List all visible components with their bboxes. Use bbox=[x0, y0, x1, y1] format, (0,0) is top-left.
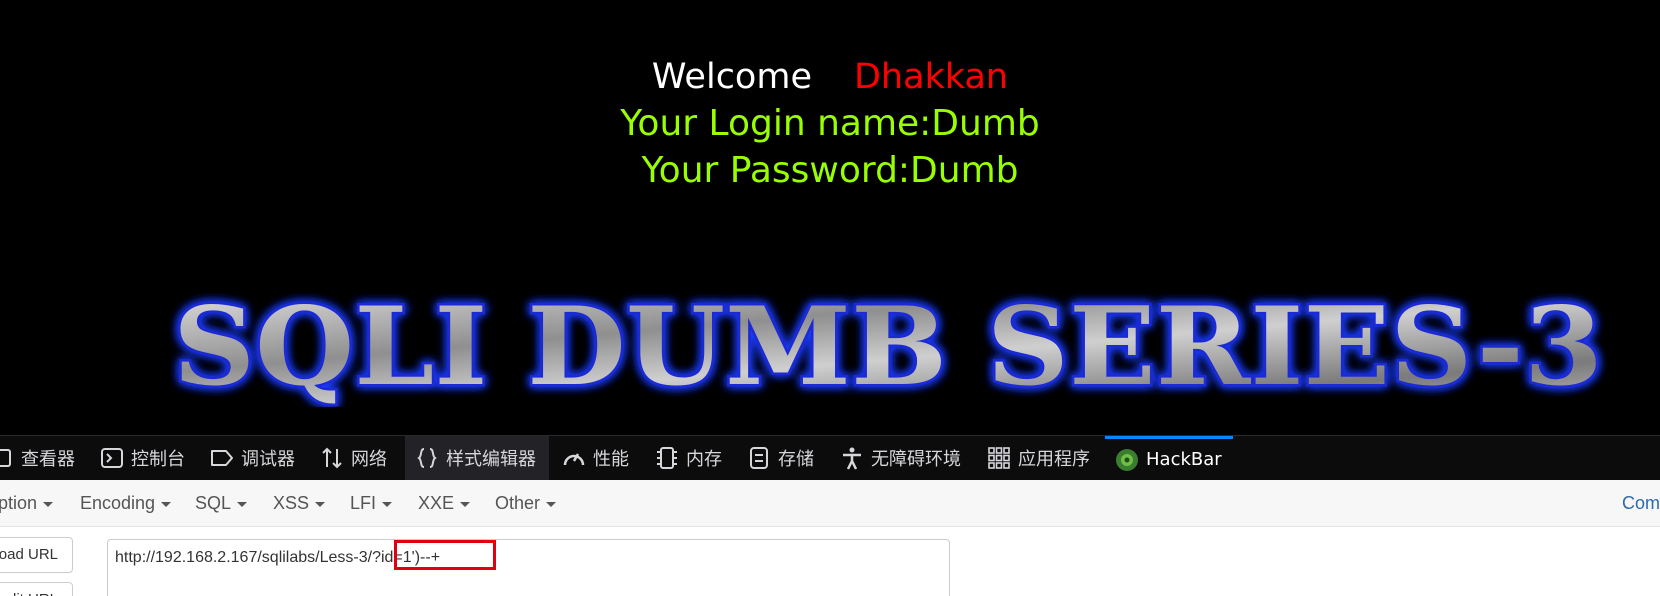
split-url-button[interactable]: lit URL bbox=[0, 582, 73, 596]
highlight-annotation bbox=[394, 540, 496, 570]
performance-icon bbox=[562, 446, 586, 470]
tab-label: HackBar bbox=[1146, 449, 1222, 470]
tab-inspector[interactable]: 查看器 bbox=[0, 436, 75, 480]
menu-label: LFI bbox=[350, 493, 377, 513]
tab-accessibility[interactable]: 无障碍环境 bbox=[840, 436, 961, 480]
menu-label: XSS bbox=[273, 493, 310, 513]
storage-icon bbox=[747, 446, 771, 470]
menu-encryption[interactable]: ption bbox=[0, 480, 54, 526]
debugger-icon bbox=[210, 446, 234, 470]
chevron-down-icon bbox=[546, 501, 557, 507]
tab-label: 查看器 bbox=[21, 449, 75, 470]
tab-label: 网络 bbox=[351, 449, 387, 470]
menu-other[interactable]: Other bbox=[495, 480, 557, 526]
menu-xxe[interactable]: XXE bbox=[418, 480, 471, 526]
password-line: Your Password:Dumb bbox=[641, 150, 1019, 191]
url-prefix: http://192.168.2.167/sqlilabs/Less-3/ bbox=[115, 549, 373, 566]
memory-icon bbox=[655, 446, 679, 470]
tab-application[interactable]: 应用程序 bbox=[987, 436, 1090, 480]
tab-storage[interactable]: 存储 bbox=[747, 436, 814, 480]
welcome-line: Welcome Dhakkan bbox=[0, 52, 1660, 102]
menu-label: Encoding bbox=[80, 493, 156, 513]
hackbar-panel: ption Encoding SQL XSS LFI XXE Other Com… bbox=[0, 480, 1660, 596]
chevron-down-icon bbox=[237, 501, 248, 507]
chevron-down-icon bbox=[315, 501, 326, 507]
tab-performance[interactable]: 性能 bbox=[562, 436, 629, 480]
login-name-line: Your Login name:Dumb bbox=[620, 103, 1040, 144]
style-editor-icon bbox=[415, 446, 439, 470]
hackbar-menu: ption Encoding SQL XSS LFI XXE Other Com bbox=[0, 480, 1660, 527]
menu-encoding[interactable]: Encoding bbox=[80, 480, 172, 526]
devtools-toolbar: 查看器 控制台 调试器 网络 样式编辑器 性能 内存 存储 无障碍环境 应用程序… bbox=[0, 435, 1660, 480]
tab-label: 内存 bbox=[686, 449, 722, 470]
menu-sql[interactable]: SQL bbox=[195, 480, 248, 526]
chevron-down-icon bbox=[382, 501, 393, 507]
browser-window: Welcome Dhakkan Your Login name:Dumb Your… bbox=[0, 0, 1660, 596]
tab-label: 控制台 bbox=[131, 449, 185, 470]
network-icon bbox=[320, 446, 344, 470]
tab-hackbar[interactable]: HackBar bbox=[1105, 436, 1233, 480]
user-name-text: Dhakkan bbox=[853, 57, 1009, 97]
menu-xss[interactable]: XSS bbox=[273, 480, 326, 526]
menu-lfi[interactable]: LFI bbox=[350, 480, 393, 526]
welcome-text: Welcome bbox=[651, 57, 812, 97]
tab-label: 性能 bbox=[593, 449, 629, 470]
hackbar-icon bbox=[1115, 448, 1139, 472]
console-icon bbox=[100, 446, 124, 470]
menu-label: SQL bbox=[195, 493, 232, 513]
load-url-button[interactable]: oad URL bbox=[0, 537, 73, 573]
menu-label: XXE bbox=[418, 493, 455, 513]
tab-network[interactable]: 网络 bbox=[320, 436, 387, 480]
contribute-link[interactable]: Com bbox=[1622, 480, 1660, 526]
page-content: Welcome Dhakkan Your Login name:Dumb Your… bbox=[0, 0, 1660, 435]
tab-memory[interactable]: 内存 bbox=[655, 436, 722, 480]
tab-style-editor[interactable]: 样式编辑器 bbox=[405, 436, 549, 480]
menu-label: Other bbox=[495, 493, 541, 513]
tab-label: 存储 bbox=[778, 449, 814, 470]
chevron-down-icon bbox=[43, 501, 54, 507]
series-banner: SQLI DUMB SERIES-3 bbox=[171, 292, 1606, 407]
tab-label: 无障碍环境 bbox=[871, 449, 961, 470]
menu-label: ption bbox=[0, 493, 38, 513]
chevron-down-icon bbox=[460, 501, 471, 507]
tab-label: 调试器 bbox=[241, 449, 295, 470]
chevron-down-icon bbox=[161, 501, 172, 507]
tab-label: 应用程序 bbox=[1018, 449, 1090, 470]
url-textarea[interactable]: http://192.168.2.167/sqlilabs/Less-3/?id… bbox=[107, 539, 950, 596]
application-icon bbox=[987, 446, 1011, 470]
accessibility-icon bbox=[840, 446, 864, 470]
tab-label: 样式编辑器 bbox=[446, 449, 536, 470]
tab-console[interactable]: 控制台 bbox=[100, 436, 185, 480]
tab-debugger[interactable]: 调试器 bbox=[210, 436, 295, 480]
inspector-icon bbox=[0, 446, 14, 470]
banner-text: SQLI DUMB SERIES-3 bbox=[173, 292, 1603, 407]
